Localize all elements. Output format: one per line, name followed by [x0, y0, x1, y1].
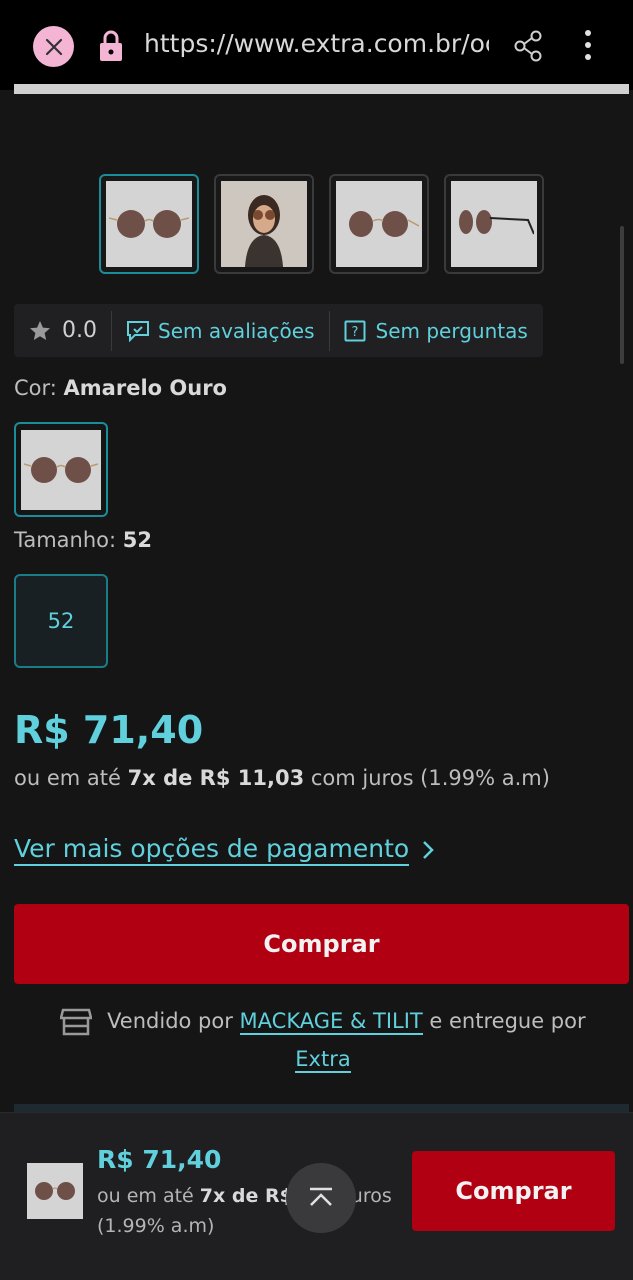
chevron-right-icon [421, 839, 435, 861]
sunglasses-image [21, 430, 101, 510]
sunglasses-side-image [451, 181, 537, 267]
price: R$ 71,40 [14, 708, 203, 752]
thumbnail-1[interactable] [99, 174, 199, 274]
arrow-up-icon [307, 1187, 335, 1209]
installments: ou em até 7x de R$ 11,03 com juros (1.99… [14, 766, 550, 790]
more-payment-options-link[interactable]: Ver mais opções de pagamento [14, 834, 435, 866]
scroll-to-top-button[interactable] [286, 1163, 356, 1233]
scrollbar[interactable] [620, 226, 624, 364]
color-label: Cor: Amarelo Ouro [14, 376, 227, 400]
more-vert-icon[interactable] [578, 28, 598, 62]
carrier-link[interactable]: Extra [295, 1047, 350, 1073]
sunglasses-angle-image [336, 181, 422, 267]
buy-button[interactable]: Comprar [14, 904, 629, 984]
color-option[interactable] [14, 422, 108, 517]
star-icon [28, 319, 52, 343]
color-value: Amarelo Ouro [64, 376, 227, 400]
question-icon: ? [344, 320, 366, 342]
product-thumbnail [27, 1163, 83, 1219]
sunglasses-image [106, 181, 192, 267]
questions-label: Sem perguntas [376, 319, 528, 343]
size-option[interactable]: 52 [14, 574, 108, 668]
thumbnail-4[interactable] [444, 174, 544, 274]
lock-icon [97, 29, 125, 63]
share-icon[interactable] [513, 30, 543, 62]
size-label: Tamanho: 52 [14, 528, 152, 552]
questions-link[interactable]: ? Sem perguntas [330, 304, 542, 357]
close-icon [45, 38, 63, 56]
url-bar[interactable]: https://www.extra.com.br/oc [144, 29, 489, 58]
rating-score: 0.0 [14, 304, 111, 357]
sticky-buy-button[interactable]: Comprar [412, 1151, 615, 1231]
browser-toolbar: https://www.extra.com.br/oc [0, 0, 633, 90]
gallery-thumbnails [99, 174, 544, 274]
reviews-label: Sem avaliações [158, 319, 315, 343]
reviews-link[interactable]: Sem avaliações [112, 304, 329, 357]
rating-bar: 0.0 Sem avaliações ? Sem perguntas [14, 304, 543, 357]
seller-link[interactable]: MACKAGE & TILIT [240, 1009, 423, 1035]
svg-text:?: ? [351, 325, 358, 340]
sticky-price: R$ 71,40 [97, 1145, 221, 1174]
rating-value: 0.0 [62, 318, 97, 343]
thumbnail-2[interactable] [214, 174, 314, 274]
model-photo-image [221, 181, 307, 267]
close-tab-button[interactable] [33, 26, 74, 67]
comment-icon [126, 320, 150, 342]
main-image-bottom-edge [14, 84, 629, 94]
size-value: 52 [123, 528, 152, 552]
seller-info: Vendido por MACKAGE & TILIT e entregue p… [38, 1002, 608, 1078]
thumbnail-3[interactable] [329, 174, 429, 274]
store-icon [60, 1008, 92, 1036]
